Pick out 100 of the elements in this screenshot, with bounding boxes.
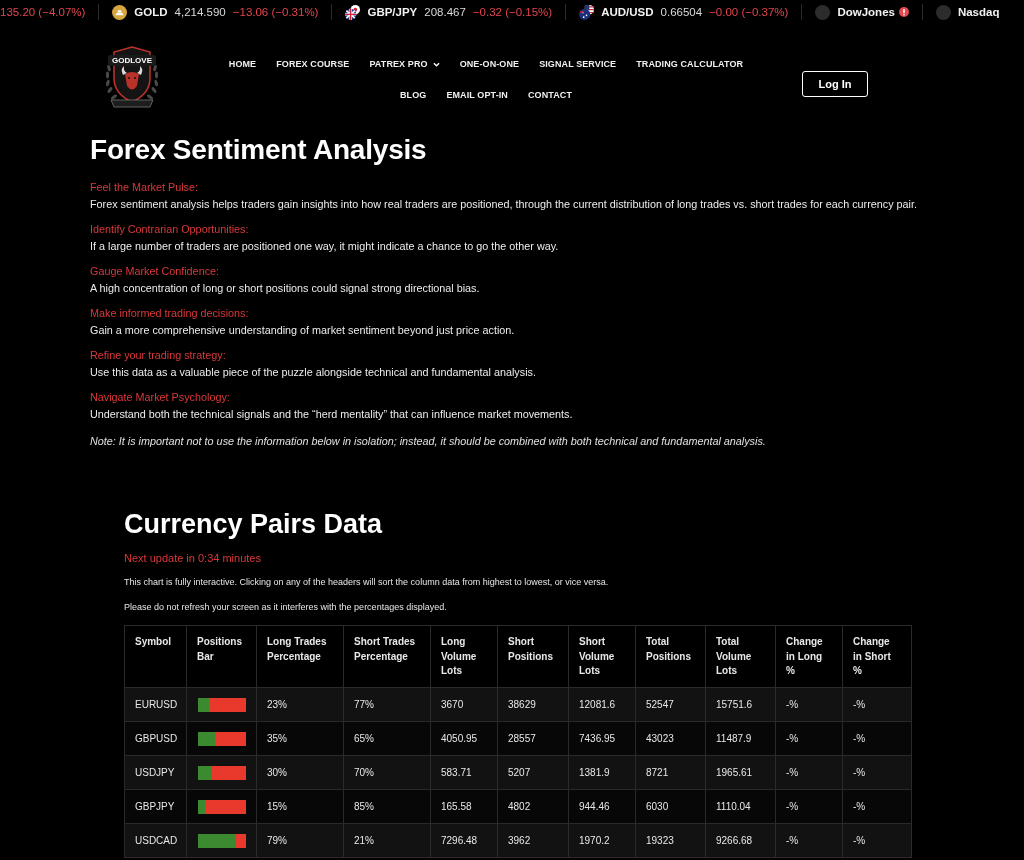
table-cell: 6030 (635, 789, 706, 824)
table-cell: 52547 (635, 687, 706, 722)
ticker-change: −0.00 (−0.37%) (709, 6, 789, 18)
table-cell: -% (775, 721, 843, 756)
circle-logo-icon (815, 4, 831, 20)
nav-link[interactable]: BLOG (390, 88, 437, 102)
column-header[interactable]: Long Trades Percentage (256, 625, 344, 688)
section-label: Navigate Market Psychology: (90, 390, 231, 405)
section-title: Currency Pairs Data (124, 508, 384, 540)
column-header[interactable]: Long Volume Lots (430, 625, 498, 688)
column-header[interactable]: Short Trades Percentage (343, 625, 431, 688)
table-cell: USDCAD (124, 823, 187, 858)
table-cell: 65% (343, 721, 431, 756)
login-button[interactable]: Log In (802, 71, 868, 97)
table-cell: 21% (343, 823, 431, 858)
table-cell: 7296.48 (430, 823, 498, 858)
table-cell: 3670 (430, 687, 498, 722)
table-cell: 1381.9 (568, 755, 636, 790)
table-cell: USDJPY (124, 755, 187, 790)
nav-link[interactable]: FOREX COURSE (266, 57, 360, 71)
ticker-change: 135.20 (−4.07%) (0, 6, 86, 18)
column-header[interactable]: Short Positions (497, 625, 569, 688)
ticker-change: −0.32 (−0.15%) (472, 6, 553, 18)
table-cell: 23% (256, 687, 344, 722)
table-cell: 4802 (497, 789, 569, 824)
table-cell: GBPUSD (124, 721, 187, 756)
table-cell: 43023 (635, 721, 706, 756)
section-label: Feel the Market Pulse: (90, 180, 200, 195)
table-cell: 30% (256, 755, 344, 790)
table-cell: 4050.95 (430, 721, 498, 756)
table-cell: -% (842, 755, 912, 790)
section-label: Refine your trading strategy: (90, 348, 227, 363)
table-cell: 1965.61 (705, 755, 776, 790)
section-label: Identify Contrarian Opportunities: (90, 222, 250, 237)
table-cell: 85% (343, 789, 431, 824)
column-header[interactable]: Change in Short % (842, 625, 912, 688)
table-cell: 28557 (497, 721, 569, 756)
ticker-symbol[interactable]: AUD/USD (601, 6, 654, 18)
nav-link[interactable]: ONE-ON-ONE (449, 57, 530, 71)
section-text: Use this data as a valuable piece of the puzzle alongside technical and fundamental analysis. (90, 365, 537, 380)
table-cell: 79% (256, 823, 344, 858)
note-text: Note: It is important not to use the information below in isolation; instead, it should be combined with both technical and fundamental analysis. (90, 434, 767, 449)
nav-link[interactable]: PATREX PRO (359, 57, 450, 71)
ticker-symbol[interactable]: GOLD (134, 6, 168, 18)
table-cell: 11487.9 (705, 721, 776, 756)
table-cell: -% (842, 721, 912, 756)
table-cell: 15751.6 (705, 687, 776, 722)
section-text: Gain a more comprehensive understanding of market sentiment beyond just price action. (90, 323, 516, 338)
ticker-price: 0.66504 (660, 6, 703, 18)
table-cell: -% (775, 789, 843, 824)
table-cell: 7436.95 (568, 721, 636, 756)
column-header[interactable]: Symbol (124, 625, 187, 688)
section-text: A high concentration of long or short positions could signal strong directional bias. (90, 281, 481, 296)
page-title: Forex Sentiment Analysis (90, 133, 428, 167)
column-header[interactable]: Total Volume Lots (705, 625, 776, 688)
table-cell: 944.46 (568, 789, 636, 824)
ingot-icon (112, 4, 128, 20)
nav-link[interactable]: EMAIL OPT-IN (436, 88, 518, 102)
table-cell: 583.71 (430, 755, 498, 790)
table-cell: 70% (343, 755, 431, 790)
table-cell: 38629 (497, 687, 569, 722)
table-cell: -% (842, 687, 912, 722)
section-text: If a large number of traders are positioned one way, it might indicate a chance to go the other way. (90, 239, 560, 254)
table-cell: -% (842, 823, 912, 858)
table-cell: 1110.04 (705, 789, 776, 824)
flag-pair-icon (345, 4, 361, 20)
table-cell: 9266.68 (705, 823, 776, 858)
flag-pair-icon (579, 4, 595, 20)
column-header[interactable]: Total Positions (635, 625, 706, 688)
ticker-price: 208.467 (424, 6, 466, 18)
info-text: This chart is fully interactive. Clicking on any of the headers will sort the column data from highest to lowest, or vice versa. (124, 576, 610, 589)
ticker-symbol[interactable]: GBP/JPY (367, 6, 418, 18)
nav-link[interactable]: CONTACT (517, 88, 582, 102)
section-label: Gauge Market Confidence: (90, 264, 221, 279)
ticker-change: −13.06 (−0.31%) (232, 6, 319, 18)
column-header[interactable]: Short Volume Lots (568, 625, 636, 688)
info-text: Please do not refresh your screen as it interferes with the percentages displayed. (124, 601, 448, 614)
section-text: Understand both the technical signals and the “herd mentality” that can influence market movements. (90, 407, 574, 422)
table-cell: -% (775, 687, 843, 722)
table-cell: 8721 (635, 755, 706, 790)
table-cell: -% (842, 789, 912, 824)
ticker-symbol[interactable]: Nasdaq (957, 6, 1000, 18)
table-cell: 77% (343, 687, 431, 722)
table-cell: -% (775, 755, 843, 790)
circle-logo-icon (935, 4, 951, 20)
table-cell: 165.58 (430, 789, 498, 824)
table-cell: 15% (256, 789, 344, 824)
column-header[interactable]: Positions Bar (186, 625, 257, 688)
table-cell: 19323 (635, 823, 706, 858)
table-cell: 12081.6 (568, 687, 636, 722)
table-cell: GBPJPY (124, 789, 187, 824)
nav-link[interactable]: SIGNAL SERVICE (529, 57, 627, 71)
ticker-symbol[interactable]: DowJones (837, 6, 895, 18)
table-cell: 3962 (497, 823, 569, 858)
column-header[interactable]: Change in Long % (775, 625, 843, 688)
section-text: Forex sentiment analysis helps traders gain insights into how real traders are positioned, through the current distribution of long trades vs. short trades for each currency pair. (90, 197, 918, 212)
section-label: Make informed trading decisions: (90, 306, 250, 321)
nav-link[interactable]: HOME (218, 57, 267, 71)
nav-link[interactable]: TRADING CALCULATOR (626, 57, 754, 71)
table-cell: 1970.2 (568, 823, 636, 858)
